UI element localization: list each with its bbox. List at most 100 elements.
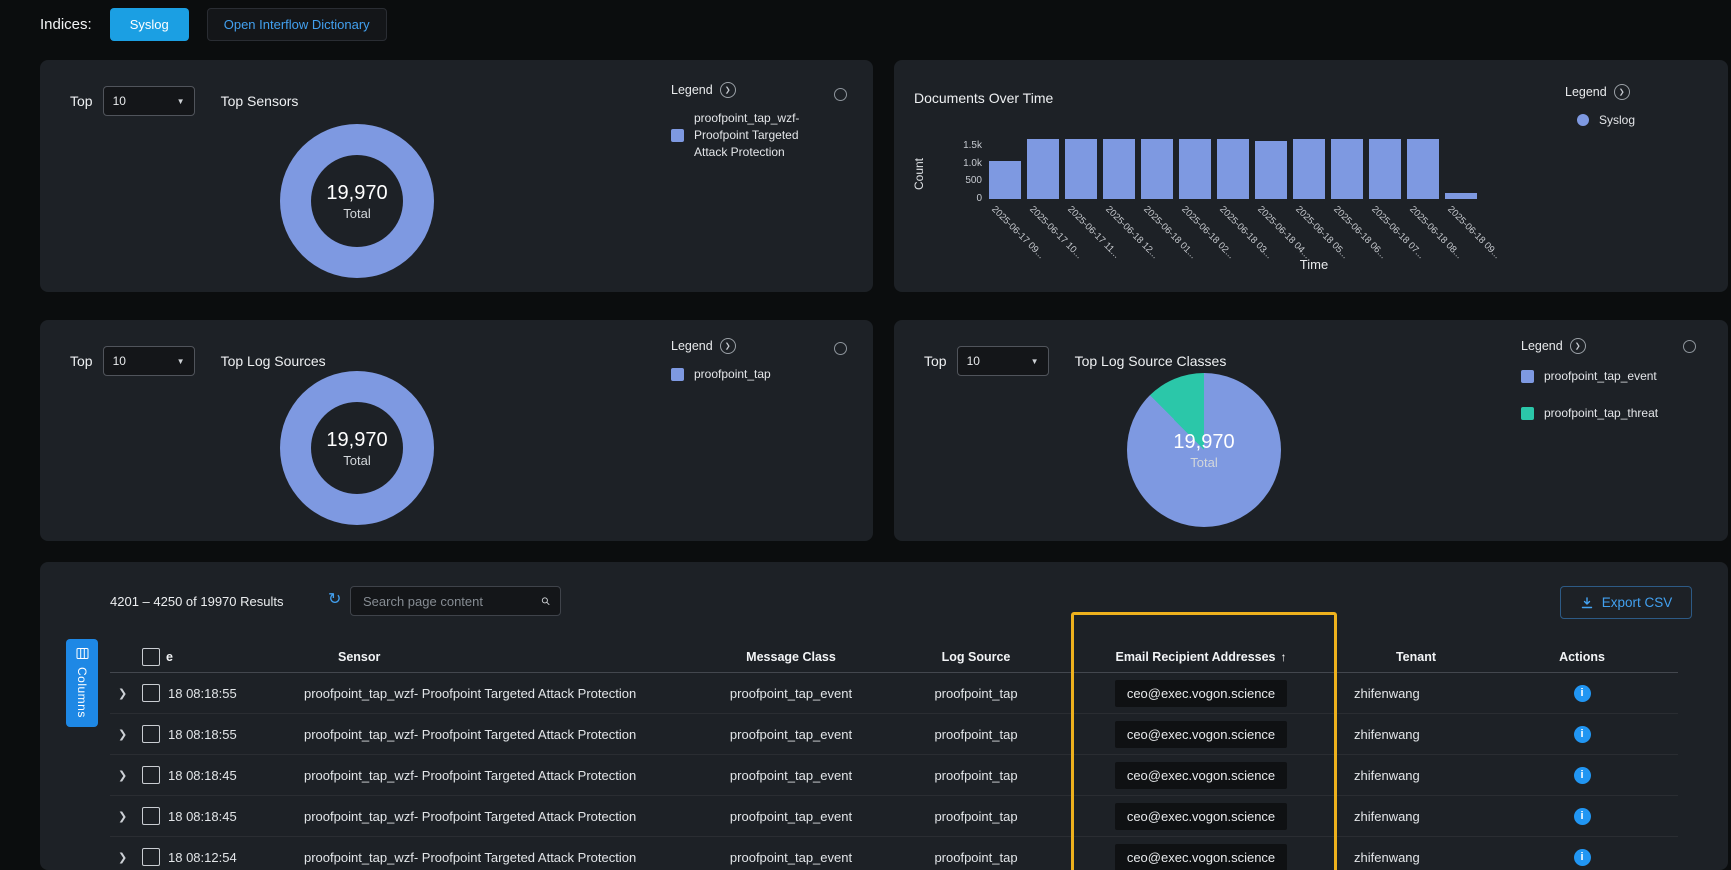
- table-row[interactable]: ❯18 08:18:45proofpoint_tap_wzf- Proofpoi…: [110, 796, 1678, 837]
- caret-down-icon: ▼: [177, 357, 185, 366]
- export-csv-button[interactable]: Export CSV: [1560, 586, 1692, 619]
- info-icon[interactable]: i: [1574, 767, 1591, 784]
- expand-row-icon[interactable]: ❯: [118, 687, 127, 700]
- top-n-select[interactable]: 10 ▼: [103, 346, 195, 376]
- top-n-row: Top 10 ▼ Top Log Sources: [70, 346, 326, 376]
- table-body: ❯18 08:18:55proofpoint_tap_wzf- Proofpoi…: [110, 673, 1678, 870]
- panel-options-icon[interactable]: [834, 342, 847, 355]
- bar[interactable]: [1179, 139, 1211, 199]
- bar[interactable]: [1027, 139, 1059, 199]
- info-icon[interactable]: i: [1574, 808, 1591, 825]
- expand-row-icon[interactable]: ❯: [118, 769, 127, 782]
- table-row[interactable]: ❯18 08:18:55proofpoint_tap_wzf- Proofpoi…: [110, 714, 1678, 755]
- legend-toggle-icon[interactable]: ❯: [1570, 338, 1586, 354]
- donut-center: 19,970 Total: [311, 155, 403, 247]
- pie-center: 19,970 Total: [1127, 373, 1281, 527]
- columns-button[interactable]: Columns: [66, 639, 98, 727]
- time-cell: 18 08:18:55: [166, 686, 296, 701]
- top-n-label: Top: [70, 353, 93, 369]
- row-checkbox[interactable]: [142, 725, 160, 743]
- top-log-sources-donut-chart[interactable]: 19,970 Total: [280, 371, 434, 525]
- legend-item[interactable]: proofpoint_tap_threat: [1521, 405, 1658, 422]
- legend-toggle-icon[interactable]: ❯: [1614, 84, 1630, 100]
- email-cell[interactable]: ceo@exec.vogon.science: [1115, 680, 1287, 707]
- row-checkbox[interactable]: [142, 766, 160, 784]
- email-cell[interactable]: ceo@exec.vogon.science: [1115, 762, 1287, 789]
- bar[interactable]: [1369, 139, 1401, 199]
- legend-title: Legend: [671, 83, 713, 97]
- time-header[interactable]: e: [166, 650, 296, 664]
- legend-item[interactable]: proofpoint_tap: [671, 366, 771, 383]
- documents-over-time-panel: Documents Over Time Count 1.5k1.0k5000 2…: [894, 60, 1728, 292]
- bar[interactable]: [1407, 139, 1439, 199]
- search-input[interactable]: [361, 593, 541, 610]
- info-icon[interactable]: i: [1574, 849, 1591, 866]
- top-log-source-classes-pie-chart[interactable]: 19,970 Total: [1127, 373, 1281, 527]
- bar[interactable]: [1141, 139, 1173, 199]
- message-class-header[interactable]: Message Class: [686, 650, 896, 664]
- tenant-header[interactable]: Tenant: [1346, 650, 1486, 664]
- bar[interactable]: [1103, 139, 1135, 199]
- sensor-cell: proofpoint_tap_wzf- Proofpoint Targeted …: [296, 686, 686, 701]
- expand-row-icon[interactable]: ❯: [118, 810, 127, 823]
- legend-marker-icon: [1521, 370, 1534, 383]
- bar[interactable]: [1255, 141, 1287, 199]
- bar[interactable]: [1445, 193, 1477, 199]
- legend-toggle-icon[interactable]: ❯: [720, 82, 736, 98]
- info-icon[interactable]: i: [1574, 726, 1591, 743]
- legend: Legend ❯ proofpoint_tap: [671, 338, 771, 383]
- sensor-header[interactable]: Sensor: [296, 650, 686, 664]
- table-row[interactable]: ❯18 08:12:54proofpoint_tap_wzf- Proofpoi…: [110, 837, 1678, 870]
- search-icon: [541, 594, 550, 608]
- row-checkbox[interactable]: [142, 684, 160, 702]
- log-source-cell: proofpoint_tap: [896, 686, 1056, 701]
- pie-total-label: Total: [1190, 455, 1217, 470]
- top-n-select[interactable]: 10 ▼: [957, 346, 1049, 376]
- expand-row-icon[interactable]: ❯: [118, 728, 127, 741]
- bar[interactable]: [1331, 139, 1363, 199]
- legend-title: Legend: [671, 339, 713, 353]
- message-class-cell: proofpoint_tap_event: [686, 850, 896, 865]
- log-source-header[interactable]: Log Source: [896, 650, 1056, 664]
- caret-down-icon: ▼: [1031, 357, 1039, 366]
- top-n-value: 10: [113, 354, 126, 368]
- email-cell[interactable]: ceo@exec.vogon.science: [1115, 803, 1287, 830]
- row-checkbox[interactable]: [142, 807, 160, 825]
- top-sensors-donut-chart[interactable]: 19,970 Total: [280, 124, 434, 278]
- bar[interactable]: [1065, 139, 1097, 199]
- table-row[interactable]: ❯ 18 08:18:55proofpoint_tap_wzf- Proofpoi…: [110, 673, 1678, 714]
- top-n-row: Top 10 ▼ Top Log Source Classes: [924, 346, 1226, 376]
- bar[interactable]: [1293, 139, 1325, 199]
- expand-row-icon[interactable]: ❯: [118, 851, 127, 864]
- results-panel: 4201 – 4250 of 19970 Results ↻ Export CS…: [40, 562, 1728, 870]
- bar[interactable]: [989, 161, 1021, 199]
- legend-item[interactable]: Syslog: [1577, 112, 1635, 129]
- sensor-cell: proofpoint_tap_wzf- Proofpoint Targeted …: [296, 768, 686, 783]
- refresh-icon[interactable]: ↻: [328, 589, 341, 609]
- row-checkbox[interactable]: [142, 848, 160, 866]
- legend-toggle-icon[interactable]: ❯: [720, 338, 736, 354]
- bar[interactable]: [1217, 139, 1249, 199]
- legend-item[interactable]: proofpoint_tap_event: [1521, 368, 1658, 385]
- legend-title: Legend: [1521, 339, 1563, 353]
- select-all-checkbox[interactable]: [142, 648, 160, 666]
- panel-options-icon[interactable]: [834, 88, 847, 101]
- top-n-value: 10: [967, 354, 980, 368]
- info-icon[interactable]: i: [1574, 685, 1591, 702]
- y-axis-ticks: 1.5k1.0k5000: [934, 137, 982, 199]
- email-cell[interactable]: ceo@exec.vogon.science: [1115, 844, 1287, 870]
- panel-options-icon[interactable]: [1683, 340, 1696, 353]
- syslog-index-button[interactable]: Syslog: [110, 8, 189, 41]
- table-row[interactable]: ❯18 08:18:45proofpoint_tap_wzf- Proofpoi…: [110, 755, 1678, 796]
- legend-title: Legend: [1565, 85, 1607, 99]
- top-n-select[interactable]: 10 ▼: [103, 86, 195, 116]
- legend-item[interactable]: proofpoint_tap_wzf- Proofpoint Targeted …: [671, 110, 822, 160]
- email-recipient-addresses-header[interactable]: Email Recipient Addresses ↑: [1056, 650, 1346, 664]
- legend: Legend ❯ proofpoint_tap_wzf- Proofpoint …: [671, 82, 822, 160]
- y-tick-label: 1.5k: [963, 140, 982, 151]
- top-n-label: Top: [70, 93, 93, 109]
- documents-over-time-chart[interactable]: [989, 137, 1483, 199]
- open-interflow-dictionary-button[interactable]: Open Interflow Dictionary: [207, 8, 387, 41]
- top-n-label: Top: [924, 353, 947, 369]
- email-cell[interactable]: ceo@exec.vogon.science: [1115, 721, 1287, 748]
